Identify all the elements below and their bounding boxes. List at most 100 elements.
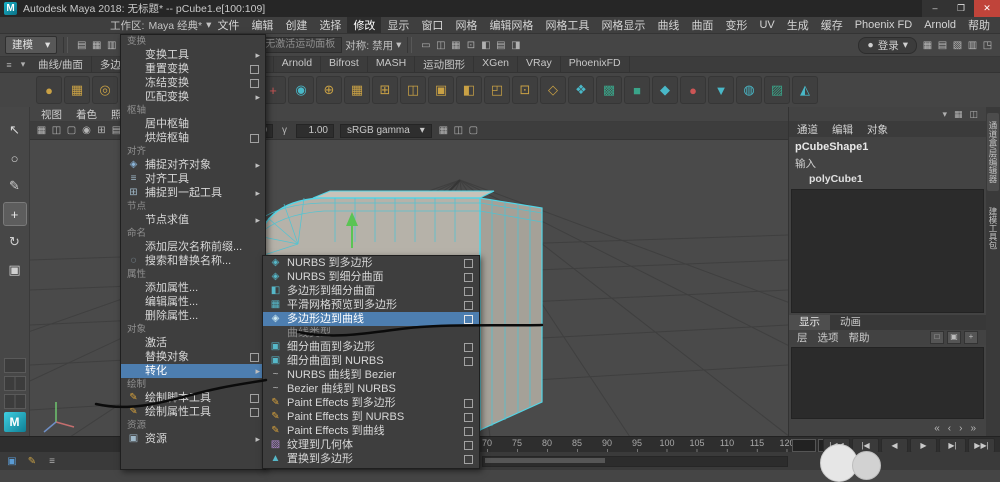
submenu-item[interactable]: ◧ 多边形到细分曲面 ▸ (263, 284, 479, 298)
submenu-item[interactable]: ◈ NURBS 到细分曲面 ▸ (263, 270, 479, 284)
shelf-tool-icon[interactable]: ◭ (792, 76, 818, 104)
option-box[interactable] (250, 65, 259, 74)
shelf-tool-icon[interactable]: ◫ (400, 76, 426, 104)
option-box[interactable] (464, 343, 473, 352)
four-pane-layout-button[interactable] (4, 394, 26, 409)
editor-toggle-icon[interactable]: ▥ (965, 40, 980, 51)
shelf-tool-icon[interactable]: ❖ (568, 76, 594, 104)
option-box[interactable] (464, 441, 473, 450)
menu-item[interactable]: ⊞ 捕捉到一起工具 ▸ (121, 186, 265, 200)
submenu-item[interactable]: ▣ 细分曲面到多边形 ▸ (263, 340, 479, 354)
panel-toolbar-icon[interactable]: ⊞ (94, 125, 109, 136)
menu-item[interactable]: ◌ 搜索和替换名称... ▸ (121, 254, 265, 268)
option-box[interactable] (464, 301, 473, 310)
menubar-item[interactable]: 曲面 (685, 17, 719, 33)
render-icon[interactable]: ▤ (493, 40, 508, 51)
bottom-bar-icon[interactable]: ▣ (4, 456, 20, 467)
panel-toolbar-icon[interactable]: ◉ (79, 125, 94, 136)
submenu-item[interactable]: ▨ 纹理到几何体 ▸ (263, 438, 479, 452)
menu-item[interactable]: 绘制 ▸ (121, 378, 265, 391)
menu-item[interactable]: 添加属性... ▸ (121, 281, 265, 295)
shelf-tool-icon[interactable]: ▦ (64, 76, 90, 104)
option-box[interactable] (250, 79, 259, 88)
sidebar-vertical-tab[interactable]: 建模工具包 (987, 199, 999, 258)
shelf-tab[interactable]: Arnold (274, 56, 321, 73)
shelf-tab[interactable]: 运动图形 (415, 56, 474, 73)
tool-icon[interactable]: ↻ (4, 231, 26, 253)
layer-button[interactable]: + (964, 331, 978, 344)
menubar-item[interactable]: 显示 (381, 17, 415, 33)
single-pane-layout-button[interactable] (4, 358, 26, 373)
layer-menu-item[interactable]: 帮助 (849, 330, 870, 345)
editor-toggle-icon[interactable]: ▧ (950, 40, 965, 51)
menubar-item[interactable]: 修改 (347, 17, 381, 33)
menu-item[interactable]: ✎ 绘制脚本工具 ▸ (121, 391, 265, 405)
menubar-item[interactable]: 网格工具 (539, 17, 595, 33)
menubar-item[interactable]: 曲线 (651, 17, 685, 33)
layer-nav-icon[interactable]: › (959, 423, 962, 434)
panel-toolbar-icon[interactable]: ▢ (466, 125, 481, 136)
tool-icon[interactable]: + (4, 203, 26, 225)
submenu-item[interactable]: ~ NURBS 曲线到 Bezier ▸ (263, 368, 479, 382)
render-icon[interactable]: ◨ (508, 40, 523, 51)
playback-button[interactable]: ▶▶| (968, 438, 995, 453)
shelf-menu-icon[interactable]: ≡ (2, 60, 16, 70)
shelf-tool-icon[interactable]: ▼ (708, 76, 734, 104)
close-button[interactable]: ✕ (974, 0, 1000, 17)
submenu-item[interactable]: ~ Bezier 曲线到 NURBS ▸ (263, 382, 479, 396)
channel-box-menu-item[interactable]: 对象 (867, 122, 888, 137)
render-icon[interactable]: ▦ (448, 40, 463, 51)
shelf-tool-icon[interactable]: ● (680, 76, 706, 104)
option-box[interactable] (464, 259, 473, 268)
option-box[interactable] (464, 287, 473, 296)
shelf-tool-icon[interactable]: ◍ (736, 76, 762, 104)
menu-item[interactable]: 重置变换 ▸ (121, 62, 265, 76)
layer-nav-icon[interactable]: « (934, 423, 940, 434)
minimize-button[interactable]: – (922, 0, 948, 17)
render-icon[interactable]: ▭ (418, 40, 433, 51)
menu-item[interactable]: ▣ 资源 ▸ (121, 432, 265, 446)
layer-button[interactable]: ▣ (947, 331, 961, 344)
option-box[interactable] (464, 315, 473, 324)
shelf-tab-arrow-icon[interactable]: ▾ (16, 59, 30, 70)
layer-nav-icon[interactable]: » (970, 423, 976, 434)
shelf-tool-icon[interactable]: ◆ (652, 76, 678, 104)
bottom-bar-icon[interactable]: ≡ (44, 456, 60, 467)
menubar-item[interactable]: 网格显示 (595, 17, 651, 33)
menu-item[interactable]: 添加层次名称前缀... ▸ (121, 240, 265, 254)
layer-menu-item[interactable]: 选项 (818, 330, 839, 345)
panel-toolbar-icon[interactable]: ▦ (436, 125, 451, 136)
menu-item[interactable]: ✎ 绘制属性工具 ▸ (121, 405, 265, 419)
status-icon[interactable]: ▥ (104, 40, 119, 51)
option-box[interactable] (464, 273, 473, 282)
shelf-tab[interactable]: MASH (368, 56, 415, 73)
menubar-item[interactable]: Phoenix FD (849, 19, 918, 31)
layer-editor-tab[interactable]: 动画 (830, 315, 871, 330)
menubar-item[interactable]: 创建 (279, 17, 313, 33)
channel-box-icon[interactable]: ▾ (942, 109, 947, 120)
shelf-tool-icon[interactable]: ⊞ (372, 76, 398, 104)
colorspace-dropdown[interactable]: sRGB gamma ▾ (340, 124, 432, 138)
menu-item[interactable]: 变换工具 ▸ (121, 48, 265, 62)
shape-node-name[interactable]: pCubeShape1 (789, 137, 986, 153)
menubar-item[interactable]: 生成 (781, 17, 815, 33)
layer-list-area[interactable] (791, 347, 984, 419)
maya-badge-icon[interactable]: M (4, 412, 26, 432)
bottom-bar-icon[interactable]: ✎ (24, 456, 40, 467)
menu-item[interactable]: 对齐 ▸ (121, 145, 265, 158)
menu-set-dropdown[interactable]: 建模 ▾ (5, 36, 57, 54)
range-slider[interactable] (482, 456, 788, 467)
tool-icon[interactable]: ↖ (4, 119, 26, 141)
menu-item[interactable]: 编辑属性... ▸ (121, 295, 265, 309)
shelf-tool-icon[interactable]: ▩ (596, 76, 622, 104)
menu-item[interactable]: 删除属性... ▸ (121, 309, 265, 323)
menu-item[interactable]: 匹配变换 ▸ (121, 90, 265, 104)
menu-item[interactable]: 替换对象 ▸ (121, 350, 265, 364)
menubar-item[interactable]: 选择 (313, 17, 347, 33)
editor-toggle-icon[interactable]: ◳ (980, 40, 995, 51)
menu-item[interactable]: 变换 ▸ (121, 35, 265, 48)
shelf-tool-icon[interactable]: ◎ (92, 76, 118, 104)
submenu-item[interactable]: ▦ 平滑网格预览到多边形 ▸ (263, 298, 479, 312)
menu-item[interactable]: 冻结变换 ▸ (121, 76, 265, 90)
option-box[interactable] (250, 353, 259, 362)
